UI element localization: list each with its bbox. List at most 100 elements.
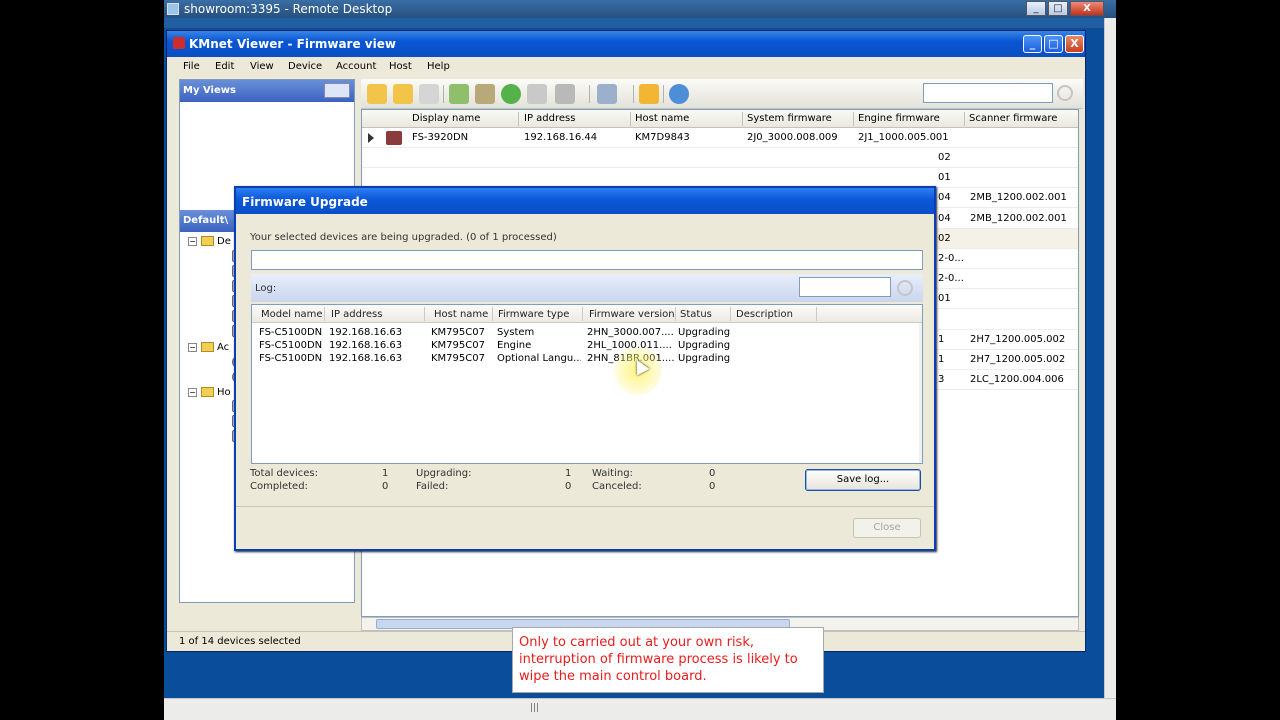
add-device-icon[interactable] [393,84,413,104]
expand-arrow-icon[interactable] [368,133,374,143]
refresh-icon[interactable] [501,84,521,104]
upgrading-value: 1 [565,468,572,479]
remote-desktop-title: showroom:3395 - Remote Desktop [184,2,393,16]
log-label: Log: [255,283,277,294]
col-engine-firmware[interactable]: Engine firmware [858,113,940,124]
col-ip-address[interactable]: IP address [524,113,575,124]
scroll-grip-icon[interactable]: ||| [530,703,539,713]
cell-engine-firmware: 02 [938,152,951,163]
upgrade-progress-bar [251,250,923,270]
cell-engine-firmware: 04 [938,212,951,224]
column-separator[interactable] [675,307,676,321]
cell-type: System [497,327,535,338]
column-separator[interactable] [730,307,731,321]
col-display-name[interactable]: Display name [412,113,480,124]
tree-node-label: De [217,236,231,247]
remote-close-button[interactable]: X [1070,1,1104,16]
dialog-titlebar: Firmware Upgrade [236,188,934,214]
col-host-name[interactable]: Host name [635,113,689,124]
printer-device-icon [386,131,402,145]
col-host-name[interactable]: Host name [434,309,488,320]
collapse-icon[interactable]: − [188,342,197,352]
add-view-icon[interactable] [324,83,350,98]
column-separator[interactable] [630,112,631,126]
collapse-icon[interactable]: − [188,236,197,246]
canceled-label: Canceled: [592,481,642,492]
table-row[interactable]: FS-3920DN 192.168.16.44 KM7D9843 2J0_300… [362,128,1078,148]
tree-node-accounts[interactable]: − Ac [188,342,229,353]
copy-icon[interactable] [419,84,439,104]
log-list: Model name IP address Host name Firmware… [251,304,923,464]
cell-engine-firmware: 01 [938,172,951,184]
menu-edit[interactable]: Edit [215,61,234,72]
search-icon[interactable] [1057,85,1073,101]
settings-icon[interactable] [475,84,495,104]
folder-icon [201,387,214,397]
kmnet-close-button[interactable]: X [1065,35,1084,53]
menu-bar: File Edit View Device Account Host Help [167,57,1085,77]
menu-host[interactable]: Host [389,61,412,72]
col-firmware-type[interactable]: Firmware type [498,309,569,320]
columns-icon[interactable] [597,84,617,104]
help-icon[interactable] [669,84,689,104]
cell-version: 2HN_3000.007.... [587,327,674,338]
tree-node-hosts[interactable]: − Ho [188,387,231,398]
column-separator[interactable] [492,307,493,321]
firmware-icon[interactable] [527,84,547,104]
col-system-firmware[interactable]: System firmware [747,113,832,124]
table-row[interactable]: 02 [362,148,1078,168]
log-search-input[interactable] [799,277,891,297]
menu-help[interactable]: Help [427,61,450,72]
printer-icon[interactable] [555,84,575,104]
log-row[interactable]: FS-C5100DN 192.168.16.63 KM795C07 System… [252,326,922,339]
remote-maximize-button[interactable]: □ [1048,1,1068,16]
upgrading-label: Upgrading: [416,468,472,479]
failed-label: Failed: [416,481,449,492]
close-button[interactable]: Close [853,518,921,538]
column-separator[interactable] [853,112,854,126]
menu-device[interactable]: Device [288,61,322,72]
kmnet-minimize-button[interactable]: _ [1023,35,1042,53]
log-scrollbar[interactable] [919,323,922,463]
new-view-icon[interactable] [367,84,387,104]
cell-engine-firmware: 1 [938,333,945,345]
menu-account[interactable]: Account [336,61,376,72]
key-icon[interactable] [639,84,659,104]
col-ip-address[interactable]: IP address [331,309,382,320]
col-status[interactable]: Status [680,309,712,320]
menu-view[interactable]: View [250,61,274,72]
log-row[interactable]: FS-C5100DN 192.168.16.63 KM795C07 Option… [252,352,922,365]
save-log-button[interactable]: Save log... [805,469,921,491]
cell-engine-firmware: 2J1_1000.005.001 [858,132,949,143]
cell-model: FS-C5100DN [259,340,323,351]
kmnet-maximize-button[interactable]: □ [1044,35,1063,53]
col-model-name[interactable]: Model name [261,309,323,320]
column-separator[interactable] [324,307,325,321]
col-description[interactable]: Description [736,309,793,320]
column-separator[interactable] [582,307,583,321]
menu-file[interactable]: File [183,61,200,72]
column-separator[interactable] [742,112,743,126]
total-devices-label: Total devices: [250,468,318,479]
column-separator[interactable] [816,307,817,321]
collapse-icon[interactable]: − [188,387,197,397]
toolbar [361,79,1083,109]
column-separator[interactable] [424,307,425,321]
waiting-value: 0 [709,468,716,479]
my-views-header: My Views [180,80,354,102]
log-row[interactable]: FS-C5100DN 192.168.16.63 KM795C07 Engine… [252,339,922,352]
col-scanner-firmware[interactable]: Scanner firmware [969,113,1057,124]
discover-icon[interactable] [449,84,469,104]
search-input[interactable] [923,83,1053,103]
col-firmware-version[interactable]: Firmware version [589,309,675,320]
column-separator[interactable] [964,112,965,126]
remote-horizontal-scrollbar[interactable]: ||| [164,698,1116,720]
remote-minimize-button[interactable]: _ [1026,1,1046,16]
dialog-title: Firmware Upgrade [242,195,368,209]
search-icon[interactable] [897,280,913,296]
toolbar-separator [633,85,634,103]
remote-vertical-scrollbar[interactable] [1104,18,1116,698]
column-separator[interactable] [518,112,519,126]
cell-scanner-firmware: 2H7_1200.005.002 [970,333,1066,345]
tree-node-devices[interactable]: − De [188,236,231,247]
